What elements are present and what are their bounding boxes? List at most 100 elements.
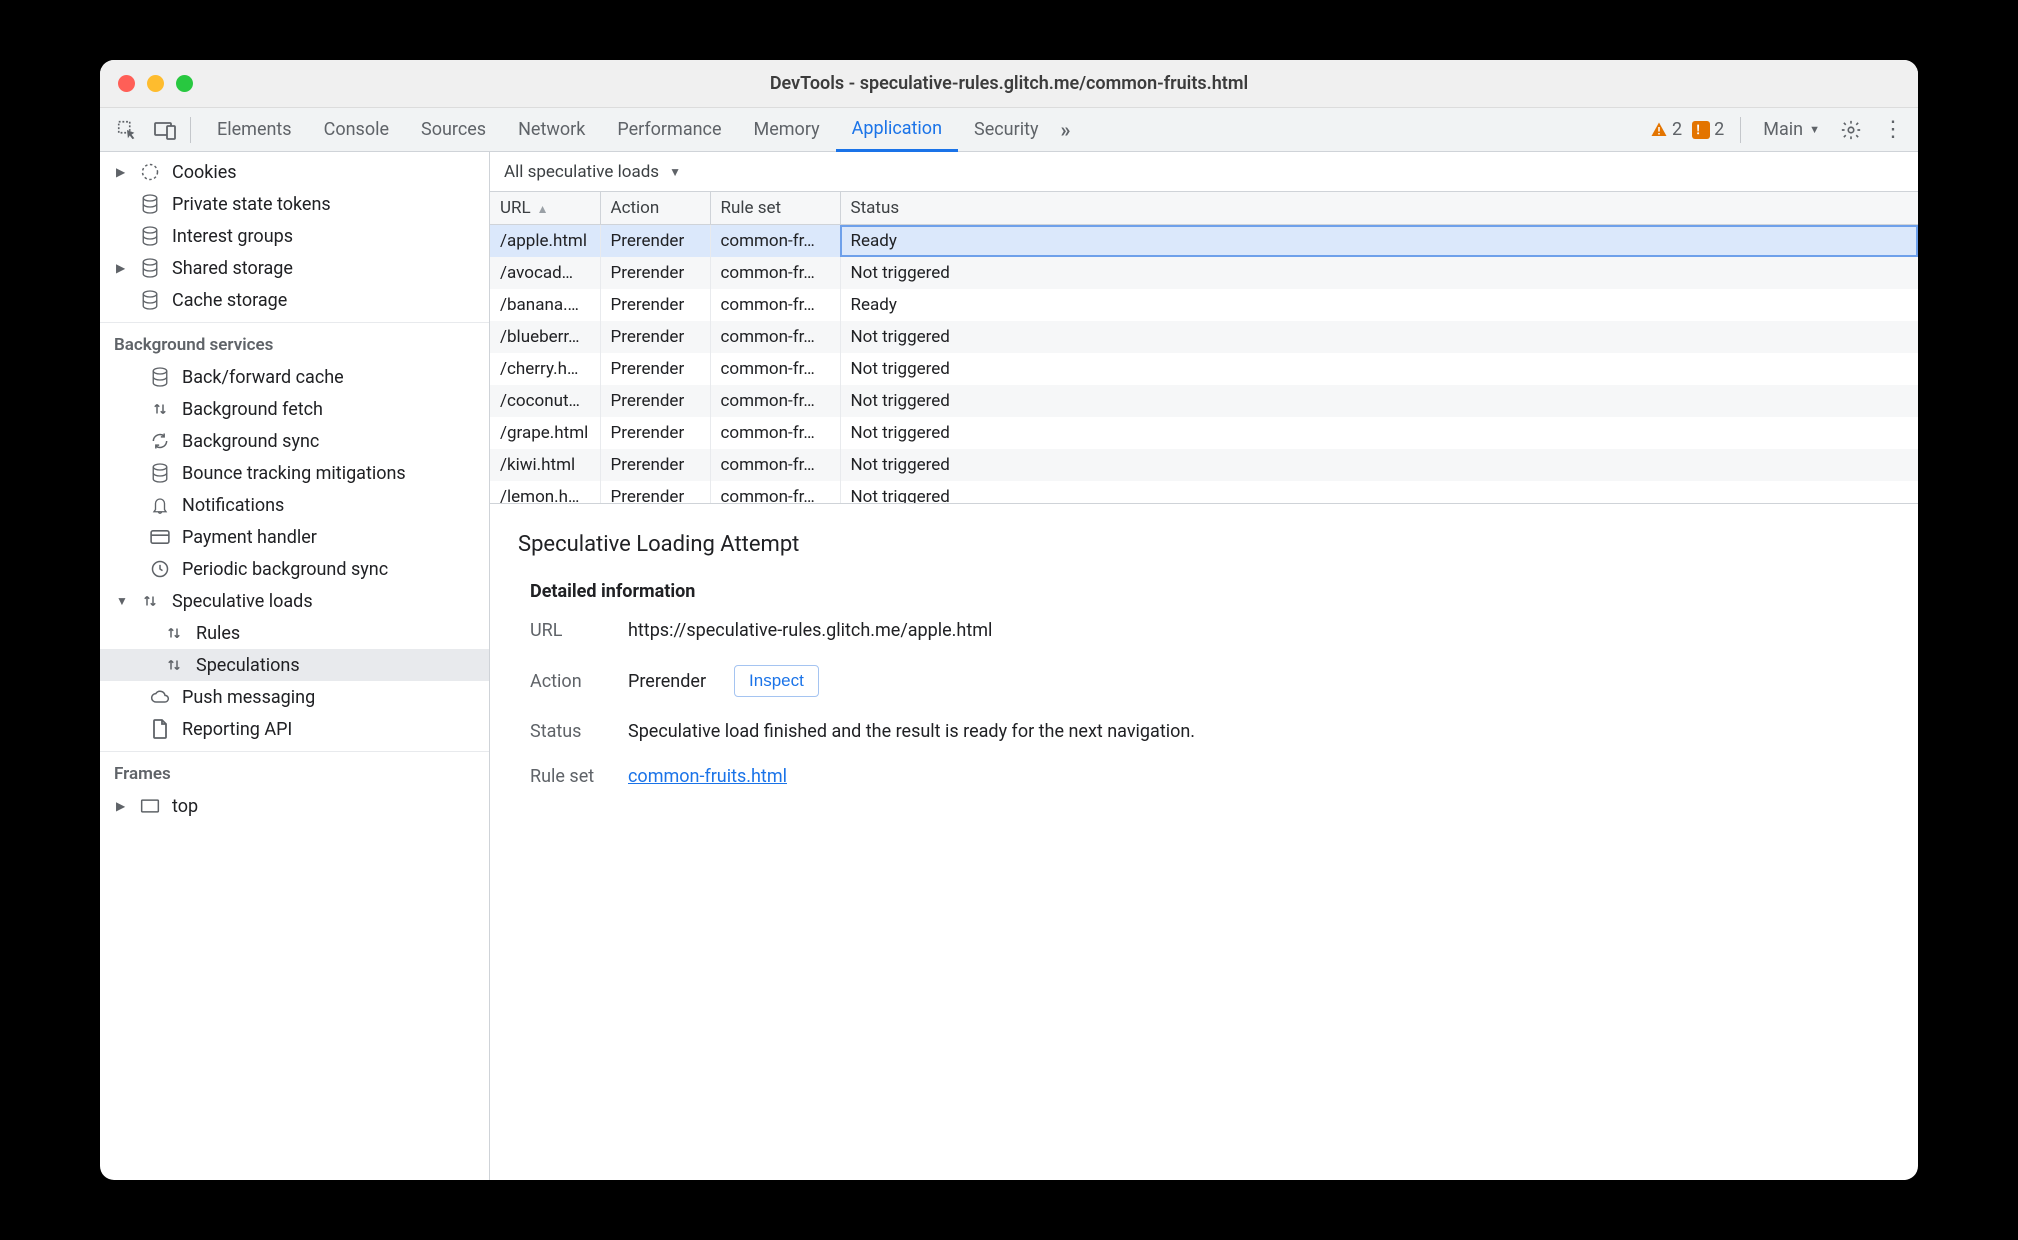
db-icon xyxy=(138,288,162,312)
table-row[interactable]: /banana.…Prerendercommon-fr…Ready xyxy=(490,289,1918,321)
tab-memory[interactable]: Memory xyxy=(738,108,836,152)
tab-security[interactable]: Security xyxy=(958,108,1054,152)
sidebar-item-cookies[interactable]: ▶ Cookies xyxy=(100,156,489,188)
cell-status: Not triggered xyxy=(840,481,1918,504)
sidebar-item-notifications[interactable]: ▶Notifications xyxy=(100,489,489,521)
sidebar-item-push-messaging[interactable]: ▶ Push messaging xyxy=(100,681,489,713)
table-row[interactable]: /grape.htmlPrerendercommon-fr…Not trigge… xyxy=(490,417,1918,449)
cell-ruleset: common-fr… xyxy=(710,385,840,417)
target-selector[interactable]: Main ▼ xyxy=(1757,119,1826,140)
frame-icon xyxy=(138,794,162,818)
cloud-icon xyxy=(148,685,172,709)
cell-action: Prerender xyxy=(600,417,710,449)
detail-status-label: Status xyxy=(530,721,610,742)
sidebar-item-label: top xyxy=(172,796,198,817)
sidebar-item-background-fetch[interactable]: ▶Background fetch xyxy=(100,393,489,425)
sidebar-item-rules[interactable]: Rules xyxy=(100,617,489,649)
cell-ruleset: common-fr… xyxy=(710,321,840,353)
bell-icon xyxy=(148,493,172,517)
filter-dropdown[interactable]: All speculative loads ▼ xyxy=(490,152,1918,192)
speculations-table-container[interactable]: URL▲ Action Rule set Status /apple.htmlP… xyxy=(490,192,1918,504)
table-row[interactable]: /avocad…Prerendercommon-fr…Not triggered xyxy=(490,257,1918,289)
disclosure-icon: ▶ xyxy=(116,165,128,179)
card-icon xyxy=(148,525,172,549)
db-icon xyxy=(148,365,172,389)
table-row[interactable]: /cherry.h…Prerendercommon-fr…Not trigger… xyxy=(490,353,1918,385)
cell-action: Prerender xyxy=(600,481,710,504)
sidebar-item-label: Back/forward cache xyxy=(182,367,344,388)
separator xyxy=(190,117,191,143)
disclosure-icon: ▶ xyxy=(116,261,128,275)
sidebar-item-speculative-loads[interactable]: ▼ Speculative loads xyxy=(100,585,489,617)
separator xyxy=(1740,117,1741,143)
cell-ruleset: common-fr… xyxy=(710,225,840,258)
sidebar-item-frame-top[interactable]: ▶ top xyxy=(100,790,489,822)
column-ruleset[interactable]: Rule set xyxy=(710,192,840,225)
sidebar-item-label: Cookies xyxy=(172,162,237,183)
sort-asc-icon: ▲ xyxy=(537,202,549,216)
sidebar-item-speculations[interactable]: Speculations xyxy=(100,649,489,681)
tab-console[interactable]: Console xyxy=(308,108,405,152)
sidebar-item-cache-storage[interactable]: ▶Cache storage xyxy=(100,284,489,316)
table-row[interactable]: /lemon.h…Prerendercommon-fr…Not triggere… xyxy=(490,481,1918,504)
db-icon xyxy=(138,256,162,280)
sidebar-item-private-state-tokens[interactable]: ▶Private state tokens xyxy=(100,188,489,220)
inspect-button[interactable]: Inspect xyxy=(734,665,819,697)
speculations-panel: All speculative loads ▼ URL▲ Action Rule… xyxy=(490,152,1918,1180)
disclosure-down-icon: ▼ xyxy=(116,594,128,608)
cell-status: Not triggered xyxy=(840,257,1918,289)
more-menu-icon[interactable]: ⋮ xyxy=(1876,117,1910,142)
sidebar-item-label: Speculative loads xyxy=(172,591,313,612)
tab-application[interactable]: Application xyxy=(836,108,958,152)
tab-performance[interactable]: Performance xyxy=(601,108,737,152)
cell-url: /lemon.h… xyxy=(490,481,600,504)
sidebar-item-back-forward-cache[interactable]: ▶Back/forward cache xyxy=(100,361,489,393)
tab-elements[interactable]: Elements xyxy=(201,108,308,152)
column-action[interactable]: Action xyxy=(600,192,710,225)
sidebar-item-shared-storage[interactable]: ▶ Shared storage xyxy=(100,252,489,284)
issues-indicator[interactable]: ！ 2 xyxy=(1692,119,1724,140)
detail-ruleset-link[interactable]: common-fruits.html xyxy=(628,766,787,787)
detail-heading: Speculative Loading Attempt xyxy=(518,532,1890,557)
sidebar-item-periodic-background-sync[interactable]: ▶Periodic background sync xyxy=(100,553,489,585)
clock-icon xyxy=(148,557,172,581)
sidebar-item-label: Background fetch xyxy=(182,399,323,420)
tab-network[interactable]: Network xyxy=(502,108,601,152)
sidebar-item-label: Shared storage xyxy=(172,258,293,279)
cell-action: Prerender xyxy=(600,385,710,417)
table-row[interactable]: /blueberr…Prerendercommon-fr…Not trigger… xyxy=(490,321,1918,353)
sidebar-item-label: Payment handler xyxy=(182,527,317,548)
warning-icon xyxy=(1650,121,1668,139)
cell-ruleset: common-fr… xyxy=(710,481,840,504)
sidebar-item-interest-groups[interactable]: ▶Interest groups xyxy=(100,220,489,252)
detail-action-label: Action xyxy=(530,671,610,692)
db-icon xyxy=(138,192,162,216)
cell-status: Ready xyxy=(840,225,1918,258)
cell-url: /grape.html xyxy=(490,417,600,449)
detail-action-value: Prerender xyxy=(628,671,706,692)
sidebar-item-background-sync[interactable]: ▶Background sync xyxy=(100,425,489,457)
column-url[interactable]: URL▲ xyxy=(490,192,600,225)
settings-icon[interactable] xyxy=(1836,119,1866,141)
inspect-element-icon[interactable] xyxy=(113,116,141,144)
sidebar-item-bounce-tracking-mitigations[interactable]: ▶Bounce tracking mitigations xyxy=(100,457,489,489)
cell-ruleset: common-fr… xyxy=(710,353,840,385)
table-row[interactable]: /kiwi.htmlPrerendercommon-fr…Not trigger… xyxy=(490,449,1918,481)
cell-status: Not triggered xyxy=(840,449,1918,481)
sidebar-item-payment-handler[interactable]: ▶Payment handler xyxy=(100,521,489,553)
column-status[interactable]: Status xyxy=(840,192,1918,225)
device-toolbar-icon[interactable] xyxy=(151,116,179,144)
detail-status-value: Speculative load finished and the result… xyxy=(628,721,1195,742)
detail-ruleset-label: Rule set xyxy=(530,766,610,787)
tabs-overflow[interactable]: » xyxy=(1054,118,1076,142)
warnings-indicator[interactable]: 2 xyxy=(1650,119,1682,140)
sidebar-item-label: Push messaging xyxy=(182,687,315,708)
updown-icon xyxy=(138,589,162,613)
tab-sources[interactable]: Sources xyxy=(405,108,502,152)
updown-icon xyxy=(148,397,172,421)
sidebar-item-reporting-api[interactable]: ▶ Reporting API xyxy=(100,713,489,745)
table-row[interactable]: /coconut…Prerendercommon-fr…Not triggere… xyxy=(490,385,1918,417)
table-row[interactable]: /apple.htmlPrerendercommon-fr…Ready xyxy=(490,225,1918,258)
application-sidebar[interactable]: ▶ Cookies ▶Private state tokens▶Interest g… xyxy=(100,152,490,1180)
cell-ruleset: common-fr… xyxy=(710,257,840,289)
